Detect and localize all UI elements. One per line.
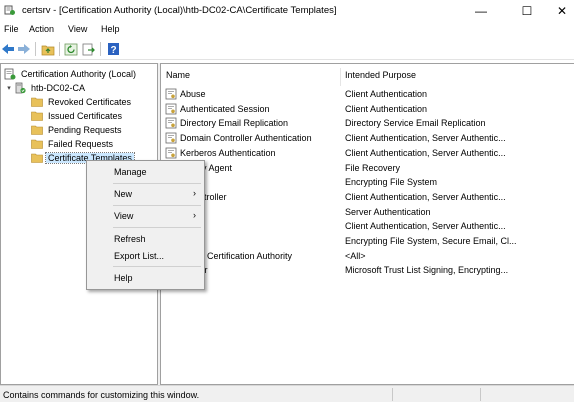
toolbar-separator [59, 42, 60, 56]
template-name: Domain Controller Authentication [180, 133, 312, 144]
template-intended-purpose: <All> [345, 250, 366, 261]
ca-server-icon [15, 82, 26, 94]
folder-icon [31, 139, 43, 149]
folder-icon [31, 111, 43, 121]
tree-item-failed-requests[interactable]: Failed Requests [31, 137, 115, 151]
tree-root[interactable]: Certification Authority (Local) [4, 67, 138, 81]
column-divider[interactable] [340, 68, 341, 86]
menu-separator [113, 266, 201, 267]
toolbar-separator [35, 42, 36, 56]
certsrv-app-icon [4, 5, 15, 15]
tree-item-revoked-certificates[interactable]: Revoked Certificates [31, 95, 133, 109]
status-divider [480, 388, 481, 401]
tree-item-ca[interactable]: ▾ htb-DC02-CA [4, 81, 87, 95]
certificate-template-icon [165, 103, 177, 115]
template-intended-purpose: Client Authentication, Server Authentic.… [345, 133, 506, 144]
menu-action[interactable]: Action [29, 24, 54, 34]
template-name: Abuse [180, 89, 206, 99]
title-bar: certsrv - [Certification Authority (Loca… [0, 0, 574, 21]
column-header-name[interactable]: Name [166, 70, 190, 80]
table-row-name[interactable]: Directory Email Replication [165, 116, 288, 130]
context-menu-refresh[interactable]: Refresh [87, 231, 204, 247]
certificate-template-icon [165, 88, 177, 100]
toolbar: ? [0, 38, 574, 60]
menu-separator [113, 183, 201, 184]
context-menu-export-list[interactable]: Export List... [87, 248, 204, 264]
tree-item-label: Pending Requests [48, 125, 122, 135]
template-name: Directory Email Replication [180, 118, 289, 129]
tree-root-label: Certification Authority (Local) [21, 69, 137, 79]
template-intended-purpose: Client Authentication [345, 89, 428, 99]
template-name: Authenticated Session [180, 103, 270, 114]
template-intended-purpose: Client Authentication [345, 103, 428, 114]
menu-help[interactable]: Help [101, 24, 120, 34]
window-title: certsrv - [Certification Authority (Loca… [22, 5, 337, 16]
tree-item-label: Revoked Certificates [48, 97, 132, 107]
certificate-template-icon [165, 147, 177, 159]
template-intended-purpose: Server Authentication [345, 206, 431, 217]
context-menu-view[interactable]: View › [87, 208, 204, 224]
template-intended-purpose: Directory Service Email Replication [345, 118, 486, 129]
up-folder-icon[interactable] [40, 41, 56, 57]
certificate-authority-icon [4, 68, 16, 80]
svg-text:?: ? [110, 45, 116, 56]
help-book-icon[interactable]: ? [105, 41, 121, 57]
template-intended-purpose: Client Authentication, Server Authentic.… [345, 191, 506, 202]
table-row-name[interactable]: Abuse [165, 87, 206, 101]
tree-item-ca-label: htb-DC02-CA [31, 83, 86, 93]
context-menu-new[interactable]: New › [87, 186, 204, 202]
status-text: Contains commands for customizing this w… [3, 390, 200, 400]
menu-bar: File Action View Help [0, 21, 574, 38]
column-header-intended-purpose[interactable]: Intended Purpose [345, 70, 416, 80]
menu-separator [113, 227, 201, 228]
menu-view[interactable]: View [68, 24, 87, 34]
table-row-name[interactable]: Kerberos Authentication [165, 146, 276, 160]
folder-icon [31, 153, 43, 163]
forward-arrow-icon[interactable] [16, 41, 32, 57]
template-intended-purpose: Client Authentication, Server Authentic.… [345, 147, 506, 158]
status-bar: Contains commands for customizing this w… [0, 385, 574, 402]
context-menu: Manage New › View › Refresh Export List.… [86, 160, 205, 290]
template-name: Kerberos Authentication [180, 147, 276, 158]
template-intended-purpose: Microsoft Trust List Signing, Encrypting… [345, 265, 509, 276]
context-menu-help[interactable]: Help [87, 270, 204, 286]
menu-file[interactable]: File [4, 24, 19, 34]
menu-separator [113, 205, 201, 206]
template-intended-purpose: Encrypting File System [345, 177, 438, 188]
template-intended-purpose: Client Authentication, Server Authentic.… [345, 221, 506, 232]
tree-item-issued-certificates[interactable]: Issued Certificates [31, 109, 124, 123]
template-intended-purpose: File Recovery [345, 162, 401, 173]
minimize-button[interactable]: — [458, 0, 504, 21]
folder-icon [31, 97, 43, 107]
status-divider [392, 388, 393, 401]
export-list-icon[interactable] [81, 41, 97, 57]
maximize-button[interactable]: ☐ [504, 0, 550, 21]
template-intended-purpose: Encrypting File System, Secure Email, Cl… [345, 236, 517, 246]
back-arrow-icon[interactable] [0, 41, 16, 57]
table-row-name[interactable]: Authenticated Session [165, 102, 270, 116]
submenu-arrow-icon: › [193, 210, 196, 220]
templates-list[interactable]: Name Intended Purpose Abuse Client Authen… [160, 63, 574, 385]
refresh-icon[interactable] [63, 41, 79, 57]
submenu-arrow-icon: › [193, 188, 196, 198]
certificate-template-icon [165, 132, 177, 144]
certificate-template-icon [165, 117, 177, 129]
context-menu-manage[interactable]: Manage [87, 164, 204, 180]
toolbar-separator [100, 42, 101, 56]
chevron-down-icon[interactable]: ▾ [4, 84, 14, 92]
close-button[interactable]: ✕ [550, 0, 574, 21]
tree-item-label: Failed Requests [48, 139, 114, 149]
folder-icon [31, 125, 43, 135]
tree-item-pending-requests[interactable]: Pending Requests [31, 123, 124, 137]
tree-item-label: Issued Certificates [48, 111, 123, 121]
table-row-name[interactable]: Domain Controller Authentication [165, 131, 312, 145]
